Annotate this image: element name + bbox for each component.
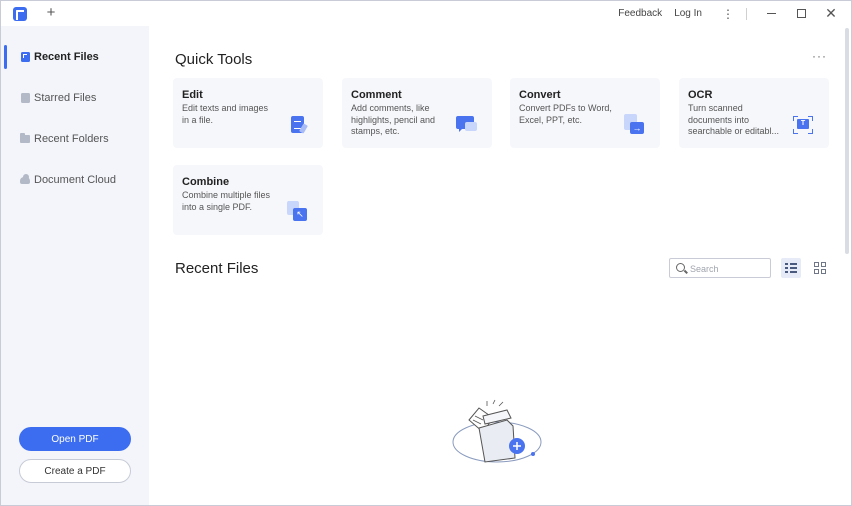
search-input[interactable] (690, 261, 768, 276)
tool-description: Turn scanned documents into searchable o… (688, 103, 780, 136)
tool-card-edit[interactable]: Edit Edit texts and images in a file. (173, 78, 323, 148)
tool-title: Combine (182, 176, 230, 188)
list-view-button[interactable] (781, 258, 801, 278)
tool-title: Convert (519, 89, 561, 101)
more-options-icon[interactable]: ⋮ (716, 1, 740, 26)
search-icon (676, 263, 685, 272)
tool-card-combine[interactable]: Combine Combine multiple files into a si… (173, 165, 323, 235)
quick-tools-title: Quick Tools (175, 51, 253, 68)
sidebar-item-recent-files[interactable]: Recent Files (1, 42, 147, 72)
minimize-button[interactable] (759, 1, 783, 26)
maximize-button[interactable] (789, 1, 813, 26)
sidebar-item-document-cloud[interactable]: Document Cloud (1, 165, 147, 195)
combine-icon: ↖ (287, 201, 309, 223)
comment-icon (456, 114, 478, 136)
tool-card-ocr[interactable]: OCR Turn scanned documents into searchab… (679, 78, 829, 148)
tool-title: Comment (351, 89, 402, 101)
recent-files-icon (20, 52, 30, 62)
ocr-icon: T (793, 114, 815, 136)
feedback-link[interactable]: Feedback (618, 8, 662, 19)
tool-title: OCR (688, 89, 713, 101)
sidebar-item-label: Starred Files (34, 92, 97, 104)
grid-view-button[interactable] (811, 259, 829, 277)
more-options-icon[interactable]: ··· (812, 49, 827, 63)
sidebar-item-label: Recent Files (34, 51, 99, 63)
star-icon (20, 93, 30, 103)
open-pdf-button[interactable]: Open PDF (19, 427, 131, 451)
close-button[interactable]: ✕ (819, 1, 843, 26)
empty-folder-illustration-icon (452, 399, 542, 463)
tool-card-convert[interactable]: Convert Convert PDFs to Word, Excel, PPT… (510, 78, 660, 148)
sidebar-item-recent-folders[interactable]: Recent Folders (1, 124, 147, 154)
convert-icon: → (624, 114, 646, 136)
recent-files-title: Recent Files (175, 260, 259, 277)
sidebar-item-starred-files[interactable]: Starred Files (1, 83, 147, 113)
app-logo-icon (13, 7, 27, 21)
search-box[interactable] (669, 258, 771, 278)
tool-description: Edit texts and images in a file. (182, 103, 269, 125)
folder-icon (20, 133, 30, 144)
create-pdf-button[interactable]: Create a PDF (19, 459, 131, 483)
title-bar-divider (746, 7, 747, 20)
login-link[interactable]: Log In (674, 8, 702, 19)
title-bar: + Feedback Log In ⋮ ✕ (1, 1, 851, 26)
active-indicator (4, 45, 7, 69)
sidebar-item-label: Recent Folders (34, 133, 109, 145)
tool-card-comment[interactable]: Comment Add comments, like highlights, p… (342, 78, 492, 148)
app-window: + Feedback Log In ⋮ ✕ Recent Files Starr… (0, 0, 852, 506)
tool-title: Edit (182, 89, 203, 101)
edit-icon (287, 114, 309, 136)
sidebar-item-label: Document Cloud (34, 174, 116, 186)
vertical-scrollbar[interactable] (845, 28, 849, 254)
minimize-icon (766, 13, 776, 14)
title-bar-controls: Feedback Log In ⋮ ✕ (618, 1, 851, 26)
new-tab-button[interactable]: + (45, 4, 57, 21)
maximize-icon (796, 9, 806, 18)
tool-description: Convert PDFs to Word, Excel, PPT, etc. (519, 103, 612, 125)
sidebar: Recent Files Starred Files Recent Folder… (1, 26, 149, 505)
tool-description: Add comments, like highlights, pencil an… (351, 103, 436, 136)
tool-description: Combine multiple files into a single PDF… (182, 190, 271, 212)
cloud-icon (20, 173, 30, 185)
main-content: Quick Tools ··· Edit Edit texts and imag… (149, 26, 851, 505)
